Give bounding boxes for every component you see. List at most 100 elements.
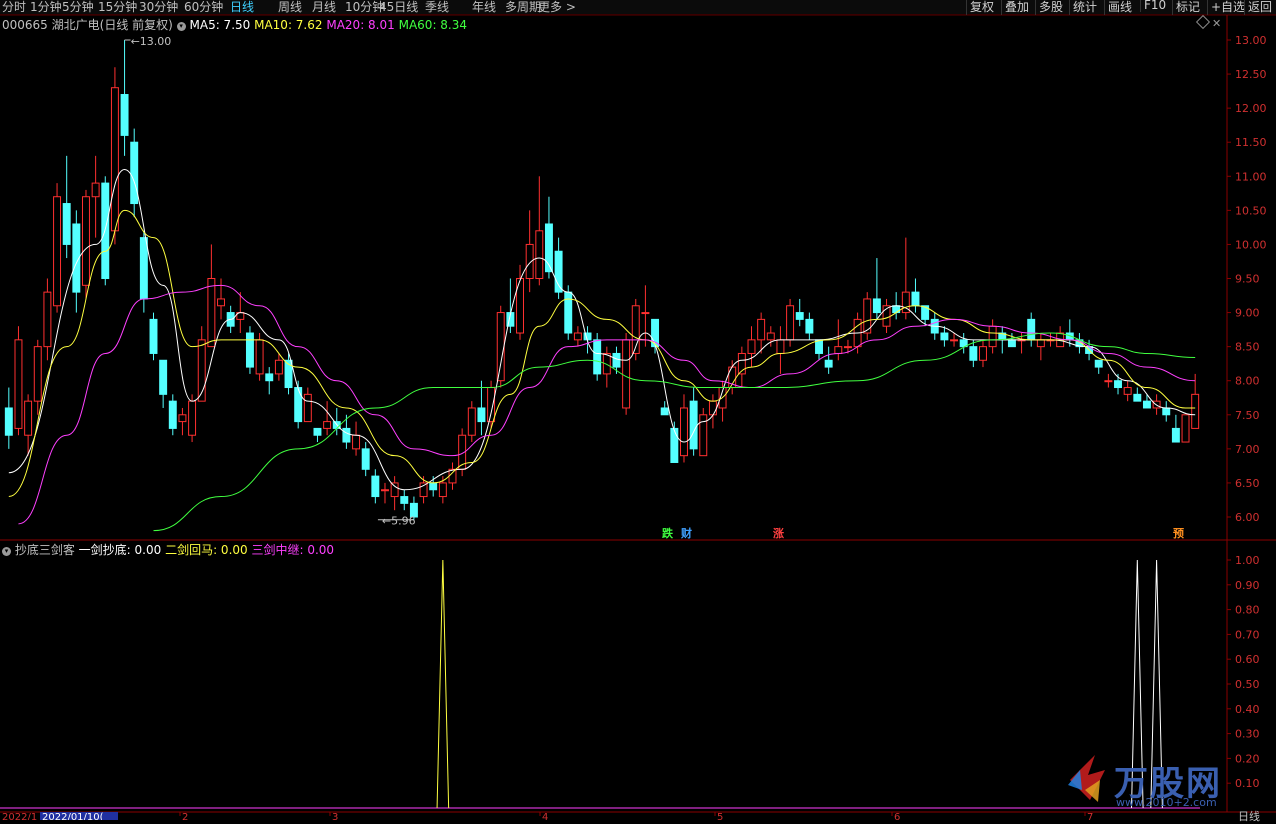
candle-body[interactable] xyxy=(390,482,399,498)
candle-body[interactable] xyxy=(988,325,997,348)
candle-body[interactable] xyxy=(4,407,13,436)
period-tab-14[interactable]: 更多 > xyxy=(538,0,576,15)
candle-body[interactable] xyxy=(1007,339,1016,348)
candle-body[interactable] xyxy=(940,332,949,341)
candle-body[interactable] xyxy=(245,332,254,368)
toolbar-button-8[interactable]: 返回 xyxy=(1244,0,1272,15)
candle-body[interactable] xyxy=(467,407,476,436)
candle-body[interactable] xyxy=(1104,380,1113,383)
candle-body[interactable] xyxy=(303,393,312,423)
candle-body[interactable] xyxy=(53,196,62,307)
candle-body[interactable] xyxy=(680,407,688,457)
candle-body[interactable] xyxy=(593,339,602,375)
candle-body[interactable] xyxy=(265,373,274,382)
candle-body[interactable] xyxy=(1114,380,1122,389)
candle-body[interactable] xyxy=(670,427,679,463)
candle-body[interactable] xyxy=(1142,400,1151,409)
candle-body[interactable] xyxy=(776,339,785,354)
candle-body[interactable] xyxy=(139,237,148,300)
candle-body[interactable] xyxy=(178,414,187,423)
candle-body[interactable] xyxy=(786,305,795,341)
period-tab-4[interactable]: 30分钟 xyxy=(139,0,178,15)
candle-body[interactable] xyxy=(487,387,496,423)
candle-body[interactable] xyxy=(747,339,756,354)
period-tab-10[interactable]: 45日线 xyxy=(379,0,418,15)
candle-body[interactable] xyxy=(815,339,823,354)
toolbar-button-4[interactable]: 画线 xyxy=(1104,0,1132,15)
candle-body[interactable] xyxy=(168,400,177,429)
period-tab-6[interactable]: 日线 xyxy=(230,0,254,15)
event-marker-die[interactable]: 跌 xyxy=(662,525,673,541)
candle-body[interactable] xyxy=(1181,414,1190,443)
candle-body[interactable] xyxy=(217,298,225,307)
candle-body[interactable] xyxy=(120,94,129,136)
candle-body[interactable] xyxy=(535,230,544,280)
period-tab-13[interactable]: 多周期 xyxy=(505,0,541,15)
candle-body[interactable] xyxy=(573,332,582,341)
toolbar-button-2[interactable]: 多股 xyxy=(1035,0,1063,15)
candle-body[interactable] xyxy=(1133,393,1142,402)
candle-body[interactable] xyxy=(342,427,351,443)
period-tab-0[interactable]: 分时 xyxy=(2,0,26,15)
period-tab-7[interactable]: 周线 xyxy=(278,0,302,15)
candle-body[interactable] xyxy=(82,196,90,286)
toolbar-button-3[interactable]: 统计 xyxy=(1069,0,1097,15)
toolbar-button-1[interactable]: 叠加 xyxy=(1001,0,1029,15)
indicator-name[interactable]: 抄底三剑客 xyxy=(15,543,75,557)
candle-body[interactable] xyxy=(564,291,573,334)
candle-body[interactable] xyxy=(110,87,119,232)
candle-body[interactable] xyxy=(361,448,370,470)
candle-body[interactable] xyxy=(641,312,650,315)
candle-body[interactable] xyxy=(1123,387,1132,395)
event-marker-yu[interactable]: 预 xyxy=(1173,525,1184,541)
candle-body[interactable] xyxy=(1036,339,1045,348)
candle-body[interactable] xyxy=(525,243,534,280)
period-tab-12[interactable]: 年线 xyxy=(472,0,496,15)
candle-body[interactable] xyxy=(477,407,486,423)
candle-body[interactable] xyxy=(824,359,833,368)
candle-body[interactable] xyxy=(892,305,901,314)
period-tab-3[interactable]: 15分钟 xyxy=(98,0,137,15)
candle-body[interactable] xyxy=(805,318,814,334)
candle-body[interactable] xyxy=(950,339,959,342)
candle-body[interactable] xyxy=(400,496,409,504)
period-tab-1[interactable]: 1分钟 xyxy=(30,0,62,15)
candle-body[interactable] xyxy=(14,339,23,429)
candle-body[interactable] xyxy=(496,312,505,382)
candle-body[interactable] xyxy=(159,359,168,395)
candle-body[interactable] xyxy=(1191,393,1200,429)
candle-body[interactable] xyxy=(33,346,42,402)
indicator-settings-icon[interactable]: ▾ xyxy=(2,547,11,556)
candle-body[interactable] xyxy=(1162,407,1171,416)
candle-body[interactable] xyxy=(1027,318,1036,341)
close-icon[interactable]: ✕ xyxy=(1212,17,1221,30)
candle-body[interactable] xyxy=(294,387,303,423)
candle-body[interactable] xyxy=(149,318,158,354)
candle-body[interactable] xyxy=(979,346,987,361)
candle-body[interactable] xyxy=(1094,359,1103,368)
candle-body[interactable] xyxy=(766,332,775,341)
candle-body[interactable] xyxy=(62,203,71,245)
period-tab-5[interactable]: 60分钟 xyxy=(184,0,223,15)
candle-body[interactable] xyxy=(689,400,698,450)
event-marker-cai[interactable]: 财 xyxy=(681,525,692,541)
candle-body[interactable] xyxy=(419,482,428,498)
settings-circle-icon[interactable]: ▾ xyxy=(176,22,186,31)
candle-body[interactable] xyxy=(429,482,438,491)
kline-chart-canvas[interactable]: 13.00 12.50 12.00 11.50 11.00 10.50 10.00 9.50 9… xyxy=(0,0,1276,820)
candle-body[interactable] xyxy=(438,482,447,498)
candle-body[interactable] xyxy=(622,339,631,409)
candle-body[interactable] xyxy=(843,346,852,349)
candle-body[interactable] xyxy=(188,400,197,436)
candle-body[interactable] xyxy=(255,339,264,375)
toolbar-button-7[interactable]: +自选 xyxy=(1207,0,1245,15)
period-tab-8[interactable]: 月线 xyxy=(312,0,336,15)
event-marker-zhang[interactable]: 涨 xyxy=(773,525,784,541)
candle-body[interactable] xyxy=(795,312,804,320)
candle-body[interactable] xyxy=(612,352,621,368)
period-tab-11[interactable]: 季线 xyxy=(425,0,449,15)
candle-body[interactable] xyxy=(313,427,322,436)
candle-body[interactable] xyxy=(130,141,139,205)
candle-body[interactable] xyxy=(274,359,283,375)
candle-body[interactable] xyxy=(371,475,380,498)
